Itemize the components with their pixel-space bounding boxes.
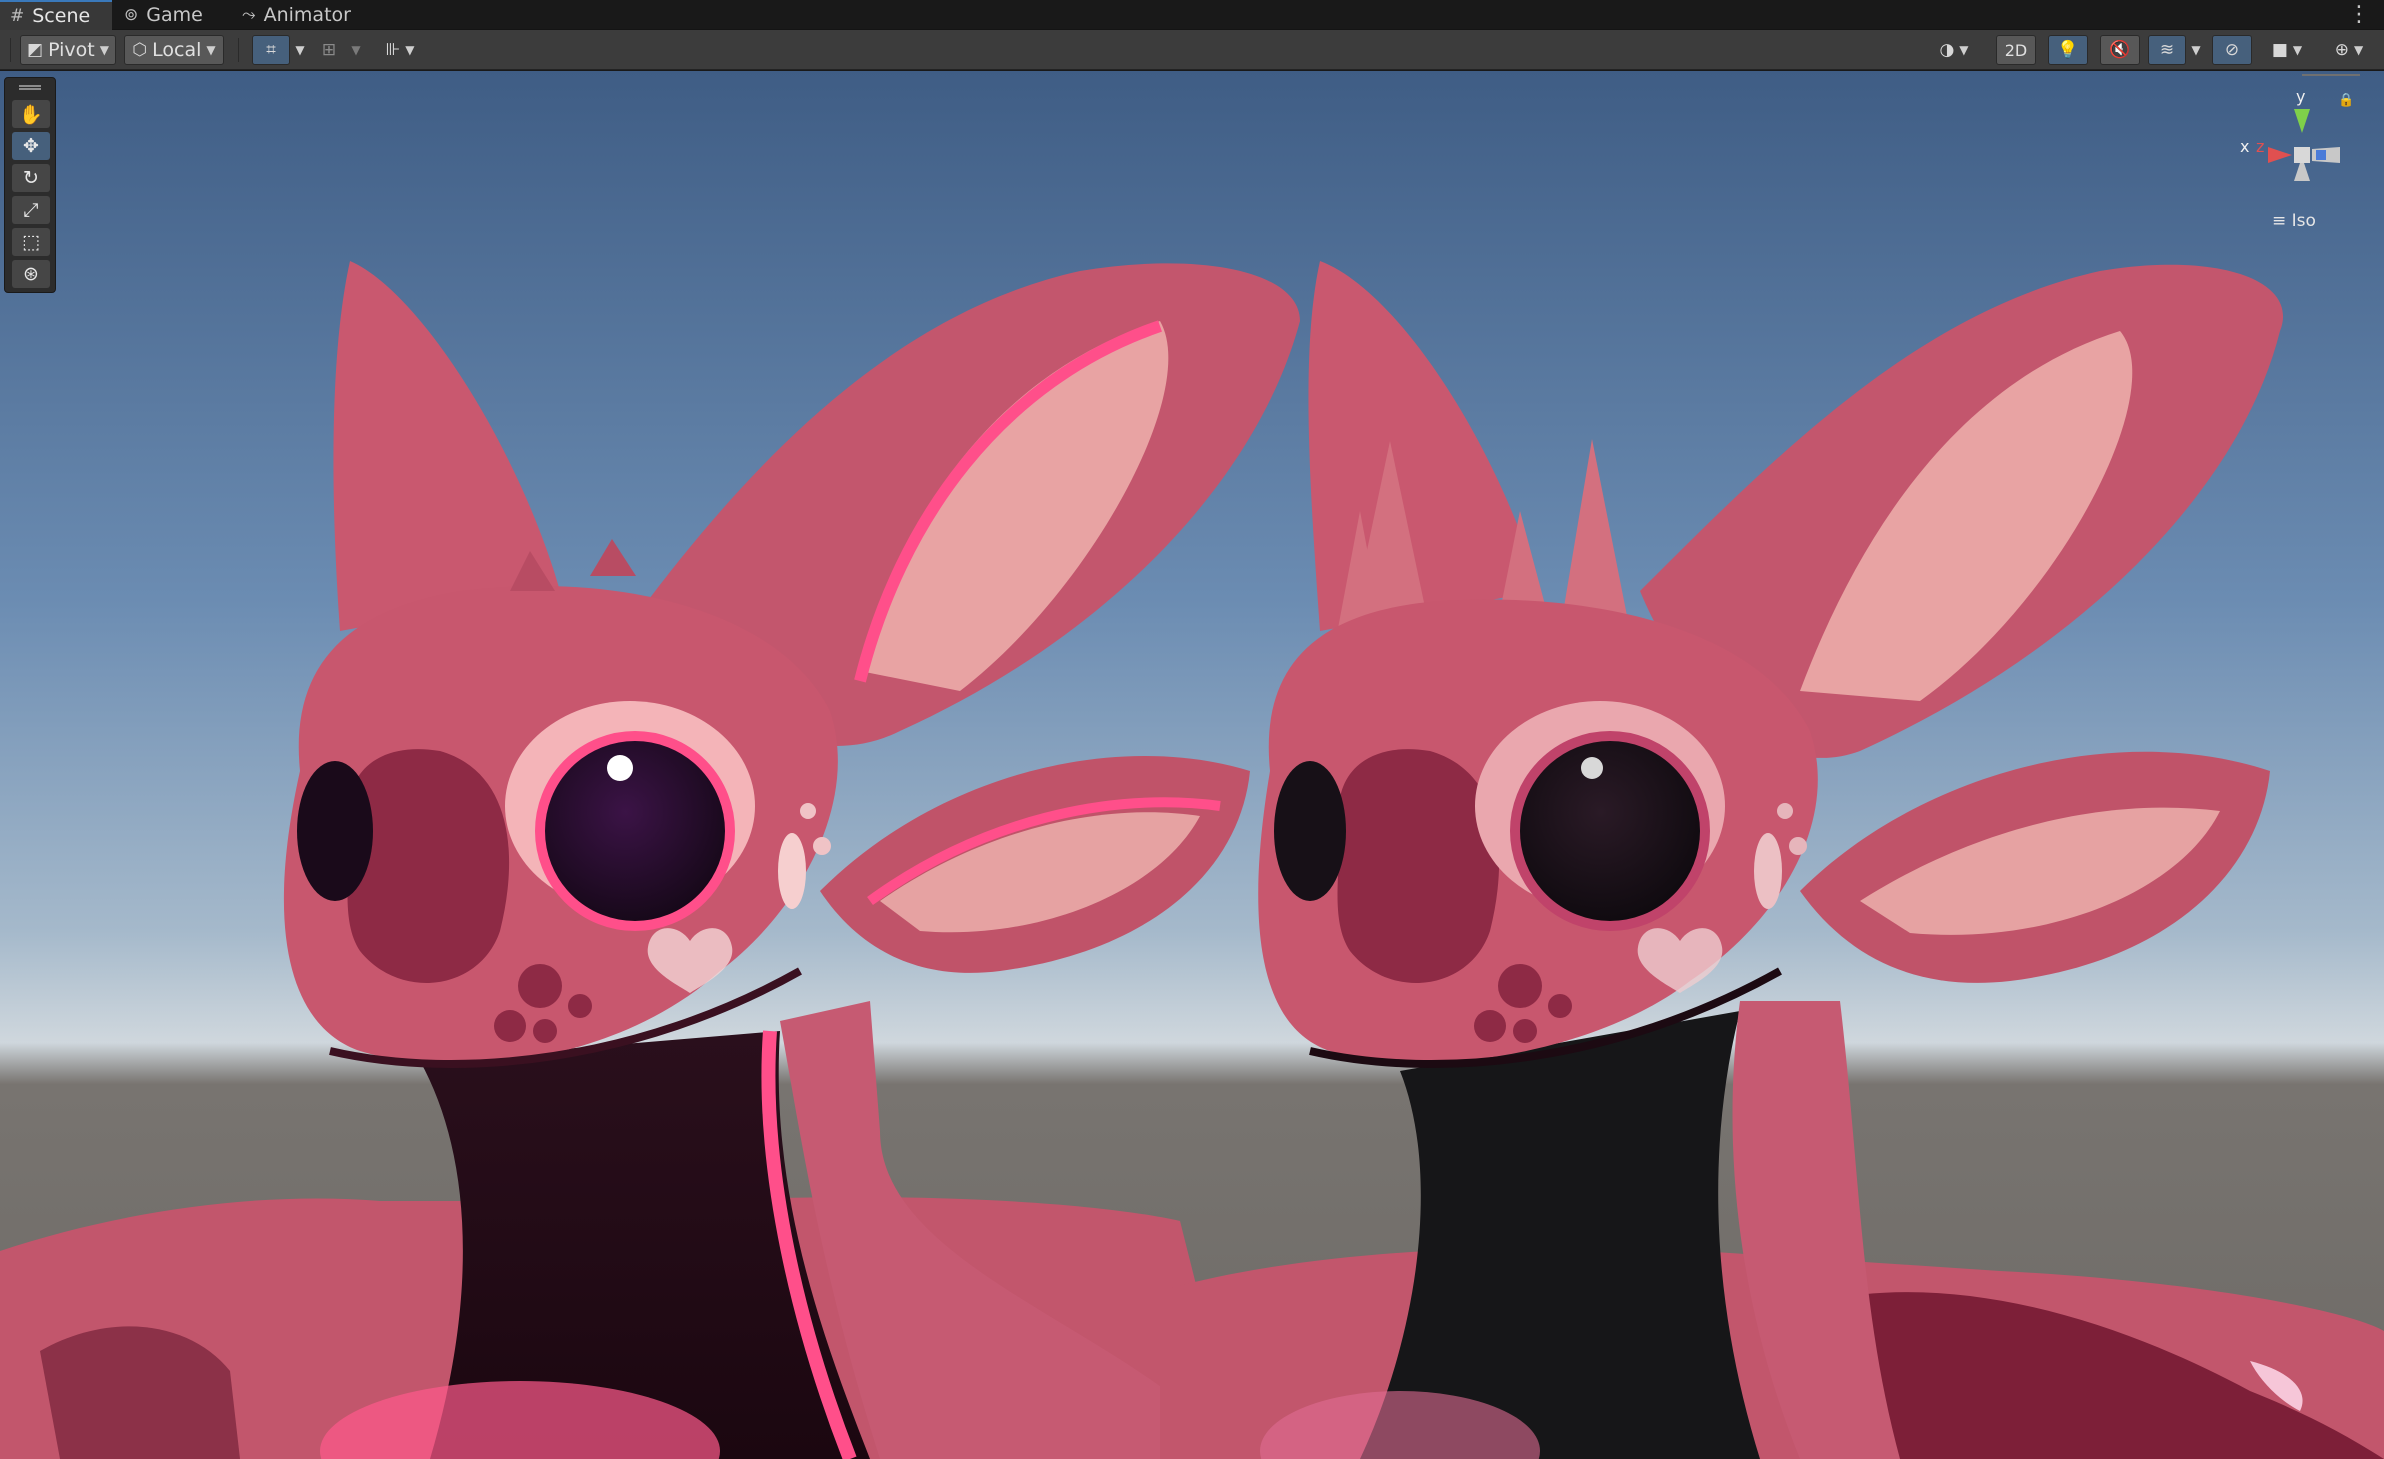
editor-tab-bar: # Scene ⊚ Game ⤳ Animator ⋮ (0, 0, 2384, 30)
rect-icon: ⬚ (22, 231, 40, 253)
right-spike (1560, 439, 1630, 631)
left-creature (0, 261, 1300, 1459)
chevron-down-icon: ▼ (405, 43, 415, 57)
animator-icon: ⤳ (242, 5, 256, 25)
pivot-icon: ◩ (27, 40, 44, 60)
increment-snap-icon: ⊞ (321, 40, 337, 60)
grid-snap-icon: ⌗ (266, 40, 276, 60)
gizmos-dropdown[interactable]: ⊕ ▼ (2320, 35, 2378, 65)
scale-tool[interactable]: ⤢ (12, 196, 50, 224)
rotate-tool[interactable]: ↻ (12, 164, 50, 192)
menu-lines-icon: ≡ (2272, 211, 2287, 231)
effects-toggle[interactable]: ≋ (2148, 35, 2186, 65)
toggle-2d-label: 2D (2004, 40, 2028, 60)
chevron-down-icon: ▼ (206, 43, 216, 57)
pivot-label: Pivot (48, 39, 95, 61)
increment-snap-button[interactable]: ⊞ (314, 35, 344, 65)
projection-label: Iso (2291, 211, 2316, 231)
toggle-2d-button[interactable]: 2D (1996, 35, 2036, 65)
transform-tool[interactable]: ⊛ (12, 260, 50, 288)
toolbar-divider (238, 38, 239, 62)
scene-toolbar: ◩ Pivot ▼ ⬡ Local ▼ ⌗ ▼ ⊞ ▼ ⊪ ▼ ◑ ▼ 2D 💡… (0, 30, 2384, 70)
gizmo-x-label: x (2240, 137, 2250, 156)
chevron-down-icon: ▼ (2292, 43, 2303, 57)
chevron-down-icon: ▼ (351, 43, 361, 57)
projection-toggle[interactable]: ≡ Iso (2272, 211, 2316, 231)
tab-game-label: Game (146, 4, 203, 26)
camera-icon: ■ (2271, 40, 2288, 60)
left-snout (347, 749, 510, 984)
rotate-icon: ↻ (23, 167, 39, 189)
grid-visibility-icon: ⊪ (385, 40, 401, 60)
chevron-down-icon: ▼ (99, 43, 109, 57)
toolbar-divider (10, 38, 11, 62)
hidden-objects-toggle[interactable]: ⊘ (2212, 35, 2252, 65)
gizmo-z-label: z (2256, 137, 2265, 156)
camera-dropdown[interactable]: ■ ▼ (2258, 35, 2316, 65)
lighting-toggle[interactable]: 💡 (2048, 35, 2088, 65)
eye-slash-icon: ⊘ (2224, 40, 2240, 60)
shading-sphere-icon: ◑ (1939, 40, 1955, 60)
left-eye (535, 731, 735, 931)
right-snout (1337, 749, 1500, 984)
speaker-muted-icon: 🔇 (2109, 40, 2131, 60)
audio-toggle[interactable]: 🔇 (2100, 35, 2140, 65)
grid-icon: # (10, 6, 25, 26)
scene-render (0, 261, 2384, 1459)
local-dropdown[interactable]: ⬡ Local ▼ (124, 35, 224, 65)
chevron-down-icon: ▼ (2191, 43, 2201, 57)
rect-tool[interactable]: ⬚ (12, 228, 50, 256)
move-tool[interactable]: ✥ (12, 132, 50, 160)
grid-visibility-button[interactable]: ⊪ ▼ (372, 35, 428, 65)
layers-icon: ≋ (2159, 40, 2175, 60)
gizmo-globe-icon: ⊕ (2334, 40, 2349, 60)
pivot-dropdown[interactable]: ◩ Pivot ▼ (20, 35, 116, 65)
cube-icon: ⬡ (132, 40, 148, 60)
grid-snap-button[interactable]: ⌗ (252, 35, 290, 65)
chevron-down-icon: ▼ (2354, 43, 2364, 57)
right-horn (1308, 261, 1540, 631)
increment-snap-dropdown[interactable]: ▼ (346, 35, 366, 65)
transform-icon: ⊛ (23, 263, 39, 285)
chevron-down-icon: ▼ (295, 43, 305, 57)
gizmo-y-label: y (2296, 87, 2306, 106)
effects-dropdown[interactable]: ▼ (2186, 35, 2206, 65)
tab-animator[interactable]: ⤳ Animator (242, 0, 372, 30)
scene-viewport[interactable]: ✋ ✥ ↻ ⤢ ⬚ ⊛ y x z 🔒 ≡ Iso (0, 71, 2384, 1459)
lock-icon[interactable]: 🔒 (2338, 93, 2354, 108)
scene-tools-panel: ✋ ✥ ↻ ⤢ ⬚ ⊛ (4, 77, 56, 293)
orientation-gizmo[interactable]: y x z 🔒 ≡ Iso (2220, 71, 2384, 241)
tab-scene[interactable]: # Scene (0, 0, 112, 30)
move-arrows-icon: ✥ (23, 135, 39, 157)
scale-icon: ⤢ (23, 199, 39, 221)
gamepad-icon: ⊚ (124, 5, 139, 25)
hand-tool[interactable]: ✋ (12, 100, 50, 128)
local-label: Local (152, 39, 202, 61)
shading-mode-dropdown[interactable]: ◑ ▼ (1926, 35, 1982, 65)
right-creature (1160, 261, 2384, 1459)
tab-game[interactable]: ⊚ Game (124, 0, 224, 30)
hand-icon: ✋ (19, 103, 43, 126)
right-eye (1510, 731, 1710, 931)
more-options-icon[interactable]: ⋮ (2348, 2, 2370, 27)
chevron-down-icon: ▼ (1959, 43, 1969, 57)
drag-handle[interactable] (19, 85, 41, 90)
tab-scene-label: Scene (32, 5, 91, 27)
grid-snap-dropdown[interactable]: ▼ (290, 35, 310, 65)
tab-animator-label: Animator (263, 4, 351, 26)
lightbulb-icon: 💡 (2057, 40, 2079, 60)
